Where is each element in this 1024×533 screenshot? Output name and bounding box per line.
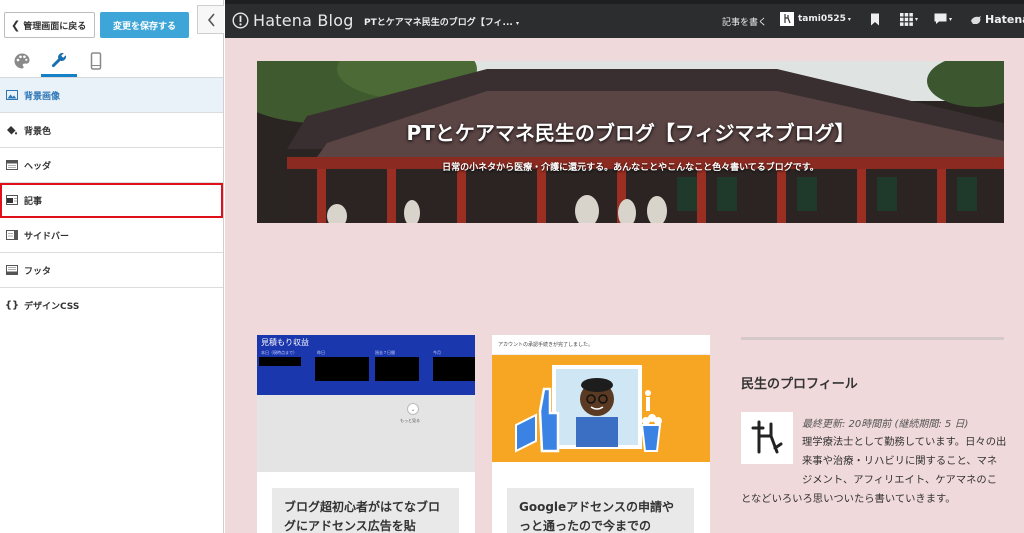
hatena-bird-icon: [971, 15, 981, 24]
menu-item-header[interactable]: ヘッダ: [0, 148, 223, 183]
back-to-admin-button[interactable]: ❮ 管理画面に戻る: [4, 12, 95, 38]
bookmark-button[interactable]: [870, 13, 880, 26]
speech-bubble-icon: [934, 13, 947, 24]
paint-bucket-icon: [5, 124, 19, 136]
bookmark-icon: [871, 13, 879, 26]
logo-text: Hatena Blog: [253, 11, 354, 30]
write-article-link[interactable]: 記事を書く: [722, 15, 767, 28]
menu-item-label: 背景色: [24, 126, 52, 137]
blog-description: 日常の小ネタから医療・介護に還元する。あんなことやこんなこと色々書いてるブログで…: [442, 163, 819, 173]
menu-item-label: サイドバー: [24, 231, 70, 242]
menu-item-sidebar[interactable]: サイドバー: [0, 218, 223, 253]
redacted-block: [375, 357, 419, 381]
chevron-down-icon: ⌄: [407, 403, 419, 415]
menu-item-label: 記事: [24, 196, 43, 207]
hatena-brand-link[interactable]: Hatena: [970, 13, 1024, 26]
menu-item-article[interactable]: 記事: [0, 183, 223, 218]
layout-header-icon: [5, 159, 19, 171]
hatena-blog-logo[interactable]: Hatena Blog: [232, 11, 354, 30]
redacted-block: [259, 357, 301, 366]
notifications-button[interactable]: ▾: [934, 13, 952, 25]
thumbnail-more-label: もっと見る: [400, 418, 420, 423]
blog-header-image[interactable]: PTとケアマネ民生のブログ【フィジマネブログ】 日常の小ネタから医療・介護に還元…: [257, 61, 1004, 223]
username: tami0525: [798, 14, 846, 24]
hatena-topbar: Hatena Blog PTとケアマネ民生のブログ【フィ... ▾ 記事を書く …: [225, 0, 1024, 38]
thumbnail-column-label: 今月: [433, 350, 441, 355]
profile-heading: 民生のプロフィール: [741, 377, 858, 392]
caret-down-icon: ▾: [847, 15, 851, 23]
adsense-approval-illustration: [515, 365, 662, 453]
chevron-left-icon: [207, 12, 215, 27]
thumbnail-column-label: 本日（現時点まで）: [261, 350, 297, 355]
design-panel: ❮ 管理画面に戻る 変更を保存する 背景画像 背景色 ヘッダ 記事 サイドバー …: [0, 0, 224, 533]
article-card[interactable]: 見積もり収益 本日（現時点まで） 昨日 過去７日間 今月 ⌄ もっと見る ブログ…: [257, 335, 475, 533]
profile-last-updated: 最終更新: 20時間前 (継続期間: 5 日): [802, 419, 969, 430]
thumbnail-notice: アカウントの承認手続きが完了しました。: [498, 342, 594, 348]
menu-item-background-image[interactable]: 背景画像: [0, 78, 223, 113]
menu-item-label: 背景画像: [24, 91, 61, 102]
back-to-admin-label: 管理画面に戻る: [23, 21, 87, 32]
avatar: [780, 12, 794, 26]
thumbnail-column-label: 昨日: [317, 350, 325, 355]
thumbnail-label: 見積もり収益: [261, 338, 309, 347]
caret-down-icon: ▾: [915, 16, 919, 23]
article-card[interactable]: アカウントの承認手続きが完了しました。 Googleアドセンスの申請やっと通った…: [492, 335, 710, 533]
thumbnail-notice-bar: アカウントの承認手続きが完了しました。: [492, 335, 710, 355]
article-thumbnail: 見積もり収益 本日（現時点まで） 昨日 過去７日間 今月 ⌄ もっと見る: [257, 335, 475, 472]
apps-menu-button[interactable]: ▾: [900, 13, 918, 26]
smartphone-icon: [90, 52, 102, 70]
menu-item-footer[interactable]: フッタ: [0, 253, 223, 288]
tab-mobile[interactable]: [78, 45, 114, 77]
wrench-icon: [51, 52, 67, 67]
layout-footer-icon: [5, 264, 19, 276]
tab-design[interactable]: [4, 45, 40, 77]
profile-bio-wrap: 理学療法士として勤務しています。日々の出来事や治療・リハビリに関すること、マネジ…: [741, 433, 1007, 509]
menu-item-design-css[interactable]: {} デザインCSS: [0, 288, 223, 323]
palette-icon: [14, 53, 30, 69]
hatena-brand-text: Hatena: [985, 13, 1024, 26]
blog-title[interactable]: PTとケアマネ民生のブログ【フィジマネブログ】: [257, 117, 1004, 146]
grid-icon: [900, 13, 913, 26]
tab-customize[interactable]: [41, 45, 77, 77]
save-changes-button[interactable]: 変更を保存する: [100, 12, 189, 38]
redacted-block: [433, 357, 475, 381]
panel-toolbar: ❮ 管理画面に戻る 変更を保存する: [0, 0, 224, 40]
menu-item-label: フッタ: [24, 266, 52, 277]
collapse-panel-button[interactable]: [197, 5, 224, 34]
caret-down-icon: ▾: [515, 20, 519, 27]
caret-down-icon: ▾: [949, 15, 953, 23]
panel-tabs: [0, 40, 223, 78]
sidebar-divider: [741, 337, 1004, 340]
article-title[interactable]: Googleアドセンスの申請やっと通ったので今までの: [507, 488, 694, 533]
redacted-block: [315, 357, 369, 381]
thumbnail-illustration: [492, 355, 710, 462]
user-menu[interactable]: tami0525 ▾: [780, 12, 851, 26]
article-title[interactable]: ブログ超初心者がはてなブログにアドセンス広告を貼: [272, 488, 459, 533]
topbar-strip: [225, 0, 1024, 4]
thumbnail-column-label: 過去７日間: [375, 350, 395, 355]
blog-selector[interactable]: PTとケアマネ民生のブログ【フィ... ▾: [364, 15, 519, 28]
menu-item-background-color[interactable]: 背景色: [0, 113, 223, 148]
layout-sidebar-icon: [5, 229, 19, 241]
layout-article-icon: [5, 194, 19, 206]
code-braces-icon: {}: [4, 300, 20, 311]
blog-preview: PTとケアマネ民生のブログ【フィジマネブログ】 日常の小ネタから医療・介護に還元…: [225, 38, 1024, 533]
menu-item-label: デザインCSS: [24, 302, 80, 312]
blog-selector-label: PTとケアマネ民生のブログ【フィ...: [364, 18, 513, 28]
article-thumbnail: アカウントの承認手続きが完了しました。: [492, 335, 710, 472]
hatena-logo-icon: [232, 12, 249, 29]
thumbnail-caption-strip: [492, 462, 710, 472]
customize-menu: 背景画像 背景色 ヘッダ 記事 サイドバー フッタ {} デザインCSS: [0, 78, 223, 323]
thumbnail-grey-area: [257, 395, 475, 472]
thumbnail-revenue-panel: 見積もり収益 本日（現時点まで） 昨日 過去７日間 今月: [257, 335, 475, 395]
chevron-left-icon: ❮: [11, 18, 21, 32]
menu-item-label: ヘッダ: [24, 161, 52, 172]
image-icon: [5, 89, 19, 101]
